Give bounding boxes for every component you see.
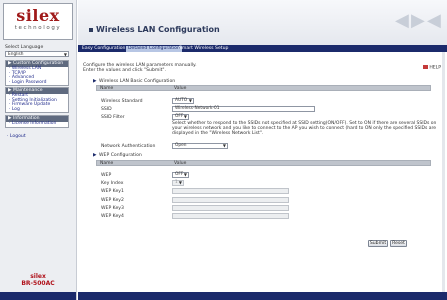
section-title-wep: ▶ WEP Configuration — [93, 153, 142, 158]
wireless-standard-label: Wireless Standard — [101, 99, 143, 104]
page-header: Wireless LAN Configuration ◀ ▶ ◀ — [78, 0, 447, 45]
logout-link[interactable]: · Logout — [7, 134, 26, 139]
help-link[interactable]: HELP — [423, 65, 441, 71]
ssid-filter-description: Select whether to respond to the SSIDs n… — [172, 121, 437, 136]
wep-key4-label: WEP Key4 — [101, 214, 124, 219]
network-authentication-label: Network Authentication — [101, 144, 156, 149]
wireless-standard-select[interactable]: AUTO ▼ — [172, 98, 194, 104]
chevron-down-icon: ▼ — [222, 143, 226, 148]
menu-item-log[interactable]: · Log — [6, 107, 68, 113]
sidebar-footer-bar — [0, 292, 76, 300]
chevron-down-icon: ▼ — [183, 114, 187, 119]
ssid-filter-label: SSID Filter — [101, 115, 125, 120]
brand-name: silex — [30, 273, 46, 280]
menu-item-login-password[interactable]: · Login Password — [6, 80, 68, 86]
arrow-left-icon: ◀ — [395, 10, 409, 31]
decorative-arrows: ◀ ▶ ◀ — [395, 10, 443, 33]
brand-footer: silex BR-500AC — [5, 273, 71, 287]
submit-button[interactable]: Submit — [368, 240, 388, 247]
logo: silex technology — [3, 3, 73, 40]
scrollbar-track[interactable] — [442, 52, 445, 292]
key-index-label: Key Index — [101, 181, 124, 186]
footer-bar — [78, 292, 447, 300]
page-title: Wireless LAN Configuration — [89, 25, 220, 34]
wep-select[interactable]: OFF ▼ — [172, 172, 189, 178]
language-label: Select Language — [5, 45, 44, 50]
tab-bar: Easy Configuration Detailed Configuratio… — [78, 45, 447, 52]
language-select[interactable]: English ▼ — [5, 51, 69, 57]
chevron-down-icon: ▼ — [63, 52, 67, 57]
arrow-right-icon: ▶ — [411, 10, 425, 31]
ssid-filter-select[interactable]: OFF ▼ — [172, 114, 189, 120]
sidebar: silex technology Select Language English… — [0, 0, 77, 300]
col-name-header: Name — [100, 161, 114, 166]
reset-button[interactable]: Reset — [390, 240, 407, 247]
instruction-text: Configure the wireless LAN parameters ma… — [83, 63, 197, 73]
wep-key1-input[interactable] — [172, 188, 289, 194]
wep-key1-label: WEP Key1 — [101, 189, 124, 194]
wep-key4-input[interactable] — [172, 213, 289, 219]
section-title-basic: ▶ Wireless LAN Basic Configuration — [93, 79, 176, 84]
col-value-header: Value — [174, 86, 187, 91]
help-book-icon — [423, 65, 429, 69]
network-authentication-select[interactable]: Open ▼ — [172, 143, 228, 149]
col-name-header: Name — [100, 86, 114, 91]
model-name: BR-500AC — [21, 280, 55, 287]
main-content: Configure the wireless LAN parameters ma… — [78, 52, 447, 292]
wep-label: WEP — [101, 173, 112, 178]
wep-key2-input[interactable] — [172, 197, 289, 203]
menu-item-license-information[interactable]: · License Information — [6, 121, 68, 127]
chevron-down-icon: ▼ — [188, 98, 192, 103]
square-bullet-icon — [89, 27, 93, 32]
col-value-header: Value — [174, 161, 187, 166]
chevron-down-icon: ▼ — [183, 172, 187, 177]
arrow-left-icon: ◀ — [427, 10, 441, 31]
menu-custom-configuration: ▶ Custom Configuration · Wireless LAN · … — [5, 60, 69, 87]
menu-maintenance: ▶ Maintenance · Restart · Setting Initia… — [5, 87, 69, 114]
ssid-label: SSID — [101, 107, 112, 112]
logo-wordmark: silex — [16, 6, 60, 25]
wep-key3-label: WEP Key3 — [101, 206, 124, 211]
key-index-select[interactable]: 1 ▼ — [172, 180, 184, 186]
table-header-basic: Name Value — [96, 85, 431, 91]
wep-key3-input[interactable] — [172, 205, 289, 211]
logo-tagline: technology — [14, 25, 62, 31]
menu-information: ▶ Information · License Information — [5, 115, 69, 128]
chevron-down-icon: ▼ — [178, 180, 182, 185]
language-value: English — [8, 52, 24, 57]
wep-key2-label: WEP Key2 — [101, 198, 124, 203]
table-header-wep: Name Value — [96, 160, 431, 166]
ssid-input[interactable]: Wireless-Network-01 — [172, 106, 315, 112]
